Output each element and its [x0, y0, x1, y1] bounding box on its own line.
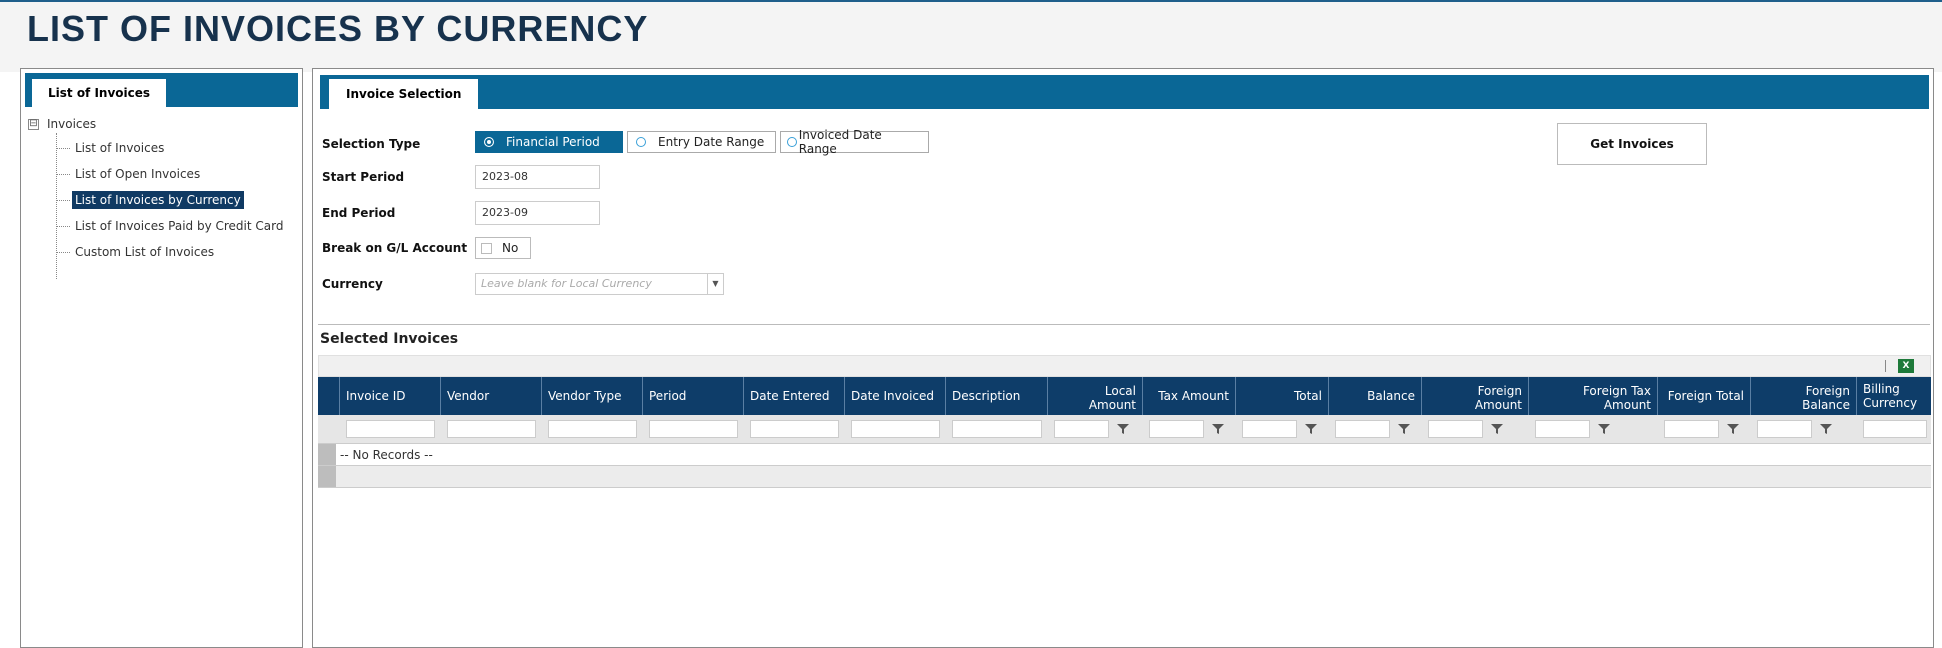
grid-toolbar: X: [318, 355, 1931, 377]
col-date-invoiced[interactable]: Date Invoiced: [845, 377, 946, 415]
col-local-amount[interactable]: Local Amount: [1048, 377, 1143, 415]
end-period-label: End Period: [322, 206, 396, 220]
invoices-grid: Invoice ID Vendor Vendor Type Period Dat…: [318, 377, 1931, 488]
tree-item-list-of-invoices-paid-by-credit-card[interactable]: List of Invoices Paid by Credit Card: [56, 215, 286, 237]
radio-financial-period[interactable]: Financial Period: [475, 131, 623, 153]
tab-invoice-selection[interactable]: Invoice Selection: [329, 79, 479, 109]
col-invoice-id[interactable]: Invoice ID: [340, 377, 441, 415]
col-foreign-tax-amount[interactable]: Foreign Tax Amount: [1529, 377, 1658, 415]
filter-total[interactable]: [1242, 420, 1297, 438]
tree-item-custom-list-of-invoices[interactable]: Custom List of Invoices: [56, 241, 217, 263]
tree-item-label[interactable]: Custom List of Invoices: [72, 243, 217, 261]
start-period-input[interactable]: 2023-08: [475, 165, 600, 189]
filter-date-invoiced[interactable]: [851, 420, 940, 438]
filter-tax-amount[interactable]: [1149, 420, 1204, 438]
radio-invoiced-date-range[interactable]: Invoiced Date Range: [780, 128, 929, 156]
col-foreign-balance[interactable]: Foreign Balance: [1751, 377, 1857, 415]
left-panel: List of Invoices ⊟ Invoices List of Invo…: [20, 68, 303, 648]
section-divider: [318, 324, 1930, 325]
col-foreign-total[interactable]: Foreign Total: [1658, 377, 1751, 415]
filter-icon[interactable]: [1491, 424, 1503, 434]
col-foreign-amount[interactable]: Foreign Amount: [1422, 377, 1529, 415]
filter-vendor[interactable]: [447, 420, 536, 438]
selection-type-label: Selection Type: [322, 137, 421, 151]
filter-foreign-balance[interactable]: [1757, 420, 1812, 438]
right-tab-bar: Invoice Selection: [320, 75, 1929, 109]
selection-type-radio-group: Financial Period Entry Date Range Invoic…: [475, 128, 929, 156]
filter-foreign-tax-amount[interactable]: [1535, 420, 1590, 438]
toolbar-separator: [1885, 360, 1886, 372]
grid-footer: [318, 466, 1931, 488]
col-billing-currency[interactable]: Billing Currency: [1857, 377, 1931, 415]
filter-invoice-id[interactable]: [346, 420, 435, 438]
filter-local-amount[interactable]: [1054, 420, 1109, 438]
currency-select[interactable]: Leave blank for Local Currency ▼: [475, 273, 724, 295]
grid-filter-row: [318, 415, 1931, 444]
filter-foreign-amount[interactable]: [1428, 420, 1483, 438]
checkbox-icon: [481, 242, 492, 254]
row-selector-header: [318, 377, 340, 415]
filter-icon[interactable]: [1398, 424, 1410, 434]
filter-billing-currency[interactable]: [1863, 420, 1927, 438]
filter-icon[interactable]: [1305, 424, 1317, 434]
tree-item-label[interactable]: List of Invoices Paid by Credit Card: [72, 217, 286, 235]
col-date-entered[interactable]: Date Entered: [744, 377, 845, 415]
page-title: LIST OF INVOICES BY CURRENCY: [27, 8, 649, 49]
radio-unchecked-icon: [636, 137, 646, 147]
col-period[interactable]: Period: [643, 377, 744, 415]
tree-item-list-of-open-invoices[interactable]: List of Open Invoices: [56, 163, 203, 185]
tab-list-of-invoices[interactable]: List of Invoices: [32, 79, 167, 107]
tree-item-label[interactable]: List of Invoices: [72, 139, 167, 157]
break-on-gl-label: Break on G/L Account: [322, 241, 468, 255]
tree-item-label[interactable]: List of Invoices by Currency: [72, 191, 244, 209]
filter-period[interactable]: [649, 420, 738, 438]
excel-icon[interactable]: X: [1898, 359, 1914, 373]
filter-icon[interactable]: [1117, 424, 1129, 434]
tree-item-list-of-invoices-by-currency[interactable]: List of Invoices by Currency: [56, 189, 244, 211]
filter-date-entered[interactable]: [750, 420, 839, 438]
col-balance[interactable]: Balance: [1329, 377, 1422, 415]
chevron-down-icon[interactable]: ▼: [707, 274, 723, 294]
collapse-icon[interactable]: ⊟: [28, 118, 39, 130]
filter-vendor-type[interactable]: [548, 420, 637, 438]
col-total[interactable]: Total: [1236, 377, 1329, 415]
filter-icon[interactable]: [1820, 424, 1832, 434]
selected-invoices-title: Selected Invoices: [320, 331, 459, 347]
col-tax-amount[interactable]: Tax Amount: [1143, 377, 1236, 415]
right-panel: Invoice Selection Selection Type Financi…: [312, 68, 1934, 648]
end-period-input[interactable]: 2023-09: [475, 201, 600, 225]
tree-root-label[interactable]: Invoices: [47, 117, 96, 131]
filter-description[interactable]: [952, 420, 1042, 438]
currency-label: Currency: [322, 277, 383, 291]
tree-item-label[interactable]: List of Open Invoices: [72, 165, 203, 183]
col-vendor[interactable]: Vendor: [441, 377, 542, 415]
get-invoices-button[interactable]: Get Invoices: [1557, 123, 1707, 165]
break-on-gl-checkbox[interactable]: No: [475, 237, 531, 259]
col-description[interactable]: Description: [946, 377, 1048, 415]
filter-icon[interactable]: [1598, 424, 1610, 434]
filter-balance[interactable]: [1335, 420, 1390, 438]
radio-checked-icon: [484, 137, 494, 147]
start-period-label: Start Period: [322, 170, 405, 184]
filter-icon[interactable]: [1212, 424, 1224, 434]
row-selector: [318, 444, 336, 465]
col-vendor-type[interactable]: Vendor Type: [542, 377, 643, 415]
tree-item-list-of-invoices[interactable]: List of Invoices: [56, 137, 167, 159]
grid-empty-row: -- No Records --: [318, 444, 1931, 466]
filter-foreign-total[interactable]: [1664, 420, 1719, 438]
grid-header: Invoice ID Vendor Vendor Type Period Dat…: [318, 377, 1931, 415]
radio-entry-date-range[interactable]: Entry Date Range: [627, 131, 776, 153]
left-tab-bar: List of Invoices: [25, 73, 298, 107]
no-records-text: -- No Records --: [340, 448, 433, 462]
tree-root[interactable]: ⊟ Invoices: [28, 115, 96, 133]
filter-icon[interactable]: [1727, 424, 1739, 434]
radio-unchecked-icon: [787, 137, 797, 147]
